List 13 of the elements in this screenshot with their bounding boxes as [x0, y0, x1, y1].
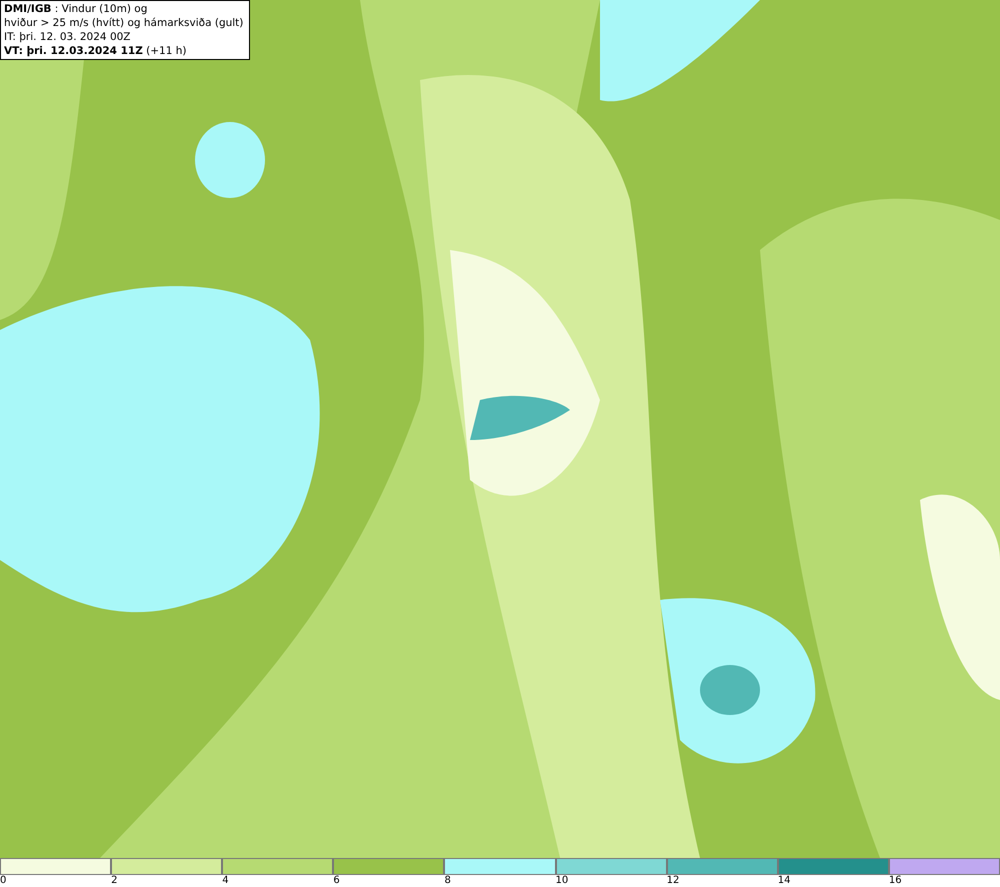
scale-label: 10: [556, 875, 568, 886]
legend-text: hviður > 25 m/s (hvítt) og hámarksviða (gult): [4, 16, 244, 30]
scale-label: 2: [111, 875, 118, 886]
scale-label: 4: [222, 875, 229, 886]
legend-text: DMI/IGB : Vindur (10m) og: [4, 2, 148, 16]
scale-label: 14: [778, 875, 790, 886]
legend-text: IT: þri. 12. 03. 2024 00Z: [4, 30, 132, 44]
scale-label: 0: [0, 875, 6, 886]
legend-text: VT: þri. 12.03.2024 11Z (+11 h): [4, 44, 188, 58]
scale-label: 16: [888, 875, 902, 886]
scale-label: 12: [666, 875, 680, 886]
scale-label: 8: [444, 875, 451, 886]
scale-label: 6: [333, 875, 340, 886]
